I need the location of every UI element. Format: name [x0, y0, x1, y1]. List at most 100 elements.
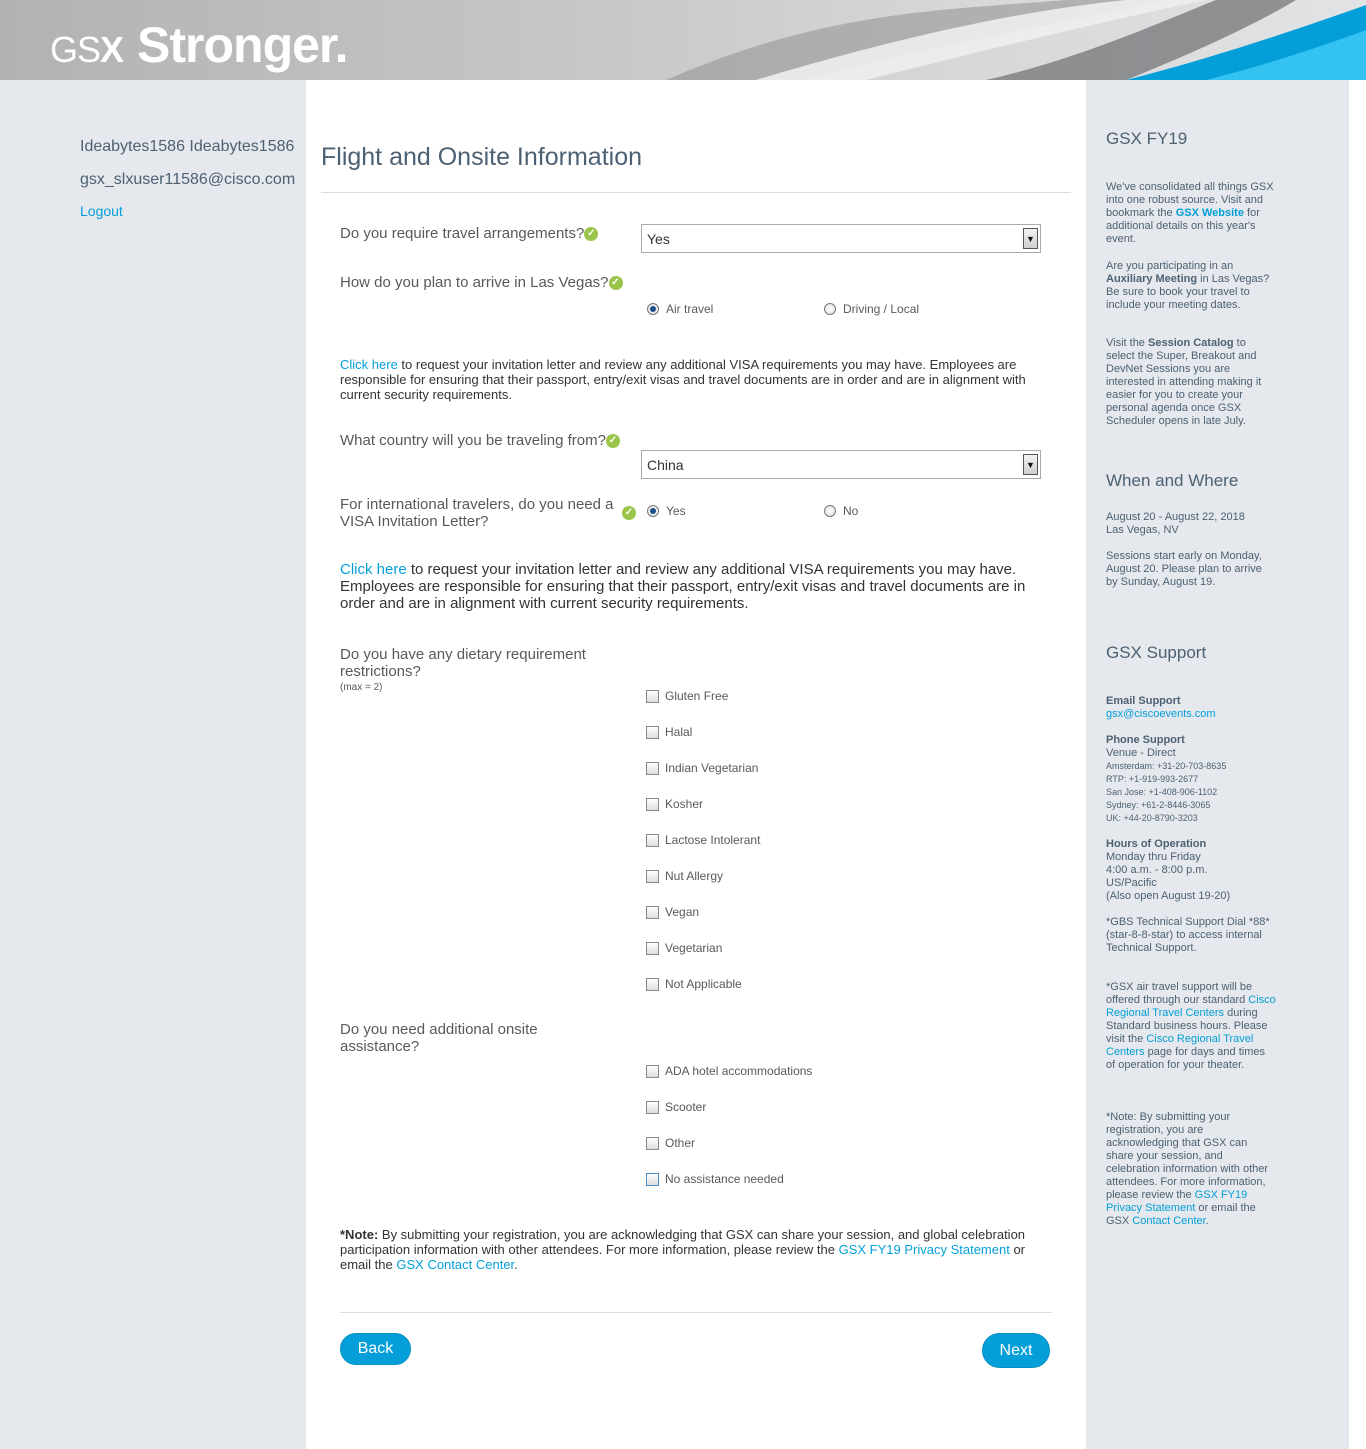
checkbox-gluten-free[interactable]: Gluten Free [646, 689, 728, 703]
checkbox-not-applicable[interactable]: Not Applicable [646, 977, 742, 991]
hours-line: Monday thru Friday [1106, 851, 1201, 863]
sidebar-session-catalog: Visit the Session Catalog to select the … [1106, 337, 1276, 428]
divider [321, 192, 1071, 193]
event-location: Las Vegas, NV [1106, 524, 1179, 536]
checkbox[interactable] [646, 941, 659, 955]
phone-number: RTP: +1-919-993-2677 [1106, 774, 1199, 784]
visa-info-text: to request your invitation letter and re… [340, 561, 1026, 612]
tagline: Stronger. [137, 17, 348, 73]
click-here-link[interactable]: Click here [340, 561, 407, 578]
arrive-question-label: How do you plan to arrive in Las Vegas? [340, 274, 609, 291]
checkbox-no-assistance[interactable]: No assistance needed [646, 1172, 784, 1186]
country-question: What country will you be traveling from?… [340, 432, 620, 449]
radio-air-travel[interactable]: Air travel [647, 302, 713, 316]
checkbox[interactable] [646, 1100, 659, 1114]
support-email-link[interactable]: gsx@ciscoevents.com [1106, 708, 1216, 720]
sidebar-sessions-note: Sessions start early on Monday, August 2… [1106, 550, 1262, 588]
sidebar-heading-when: When and Where [1106, 471, 1239, 490]
checkbox[interactable] [646, 905, 659, 919]
checkbox-label: Vegan [665, 905, 700, 919]
sidebar-phone-support: Phone Support Venue - Direct Amsterdam: … [1106, 734, 1276, 825]
checkbox-halal[interactable]: Halal [646, 725, 692, 739]
check-icon: ✓ [605, 434, 620, 449]
radio-button[interactable] [647, 505, 659, 517]
hours-label: Hours of Operation [1106, 838, 1207, 850]
checkbox[interactable] [646, 833, 659, 847]
visa-info-paragraph-2: Click here to request your invitation le… [340, 561, 1052, 612]
checkbox-vegetarian[interactable]: Vegetarian [646, 941, 722, 955]
country-select-value: China [647, 457, 684, 473]
main-panel: Flight and Onsite Information Do you req… [306, 80, 1086, 1449]
contact-center-link[interactable]: GSX Contact Center [396, 1257, 514, 1272]
venue-direct: Venue - Direct [1106, 747, 1176, 759]
radio-button[interactable] [647, 303, 659, 315]
checkbox[interactable] [646, 725, 659, 739]
hours-line: (Also open August 19-20) [1106, 890, 1231, 902]
sidebar-privacy-note: *Note: By submitting your registration, … [1106, 1111, 1276, 1228]
radio-label: Yes [666, 504, 686, 518]
radio-visa-no[interactable]: No [824, 504, 858, 518]
visa-question-label: For international travelers, do you need… [340, 496, 614, 530]
checkbox[interactable] [646, 1064, 659, 1078]
checkbox-lactose-intolerant[interactable]: Lactose Intolerant [646, 833, 760, 847]
phone-number: Sydney: +61-2-8446-3065 [1106, 800, 1211, 810]
radio-label: Air travel [666, 302, 714, 316]
phone-number: San Jose: +1-408-906-1102 [1106, 787, 1218, 797]
dropdown-arrow-icon[interactable]: ▼ [1023, 228, 1038, 249]
checkbox-kosher[interactable]: Kosher [646, 797, 703, 811]
phone-support-label: Phone Support [1106, 734, 1185, 746]
user-email: gsx_slxuser11586@cisco.com [80, 171, 296, 188]
checkbox[interactable] [646, 869, 659, 883]
visa-info-paragraph: Click here to request your invitation le… [340, 357, 1052, 402]
sidebar-text: *GSX air travel support will be offered … [1106, 981, 1253, 1006]
checkbox[interactable] [646, 1172, 659, 1186]
checkbox-vegan[interactable]: Vegan [646, 905, 699, 919]
checkbox[interactable] [646, 761, 659, 775]
check-icon: ✓ [584, 227, 599, 242]
checkbox-label: Scooter [665, 1100, 707, 1114]
radio-label: No [843, 504, 859, 518]
radio-driving[interactable]: Driving / Local [824, 302, 919, 316]
sidebar-intro: We've consolidated all things GSX into o… [1106, 181, 1276, 246]
sidebar-bold: Session Catalog [1148, 337, 1234, 349]
checkbox-other[interactable]: Other [646, 1136, 695, 1150]
gsx-website-link-label: GSX Website [1175, 207, 1244, 219]
checkbox-scooter[interactable]: Scooter [646, 1100, 706, 1114]
sidebar-hours: Hours of Operation Monday thru Friday 4:… [1106, 838, 1276, 903]
privacy-statement-link[interactable]: GSX FY19 Privacy Statement [839, 1242, 1010, 1257]
checkbox[interactable] [646, 1136, 659, 1150]
next-button[interactable]: Next [982, 1333, 1050, 1368]
email-support-label: Email Support [1106, 695, 1181, 707]
sidebar-air-travel: *GSX air travel support will be offered … [1106, 981, 1276, 1072]
dropdown-arrow-icon[interactable]: ▼ [1023, 454, 1038, 475]
hours-line: 4:00 a.m. - 8:00 p.m. [1106, 864, 1208, 876]
sidebar-text: Visit the [1106, 337, 1148, 349]
note-end: . [514, 1257, 518, 1272]
privacy-note: *Note: By submitting your registration, … [340, 1227, 1056, 1272]
visa-question: For international travelers, do you need… [340, 496, 635, 530]
travel-question-label: Do you require travel arrangements? [340, 225, 585, 242]
country-select[interactable]: China ▼ [641, 450, 1041, 479]
contact-center-link[interactable]: Contact Center [1132, 1215, 1205, 1227]
event-dates: August 20 - August 22, 2018 [1106, 511, 1245, 523]
checkbox[interactable] [646, 689, 659, 703]
radio-button[interactable] [824, 505, 836, 517]
sidebar-text: . [1205, 1215, 1209, 1227]
checkbox-ada-hotel[interactable]: ADA hotel accommodations [646, 1064, 812, 1078]
checkbox[interactable] [646, 797, 659, 811]
logo-x: X [100, 29, 124, 70]
phone-number: UK: +44-20-8790-3203 [1106, 813, 1198, 823]
click-here-link[interactable]: Click here [340, 357, 398, 372]
arrive-question: How do you plan to arrive in Las Vegas? ✓ [340, 274, 623, 291]
gsx-website-link[interactable]: GSX Website [1176, 207, 1244, 219]
radio-button[interactable] [824, 303, 836, 315]
logout-link[interactable]: Logout [80, 203, 123, 219]
checkbox[interactable] [646, 977, 659, 991]
checkbox-indian-vegetarian[interactable]: Indian Vegetarian [646, 761, 758, 775]
travel-select[interactable]: Yes ▼ [641, 224, 1041, 253]
checkbox-nut-allergy[interactable]: Nut Allergy [646, 869, 723, 883]
back-button[interactable]: Back [340, 1333, 411, 1365]
travel-select-value: Yes [647, 231, 670, 247]
dietary-max-note: (max = 2) [340, 682, 383, 693]
radio-visa-yes[interactable]: Yes [647, 504, 686, 518]
